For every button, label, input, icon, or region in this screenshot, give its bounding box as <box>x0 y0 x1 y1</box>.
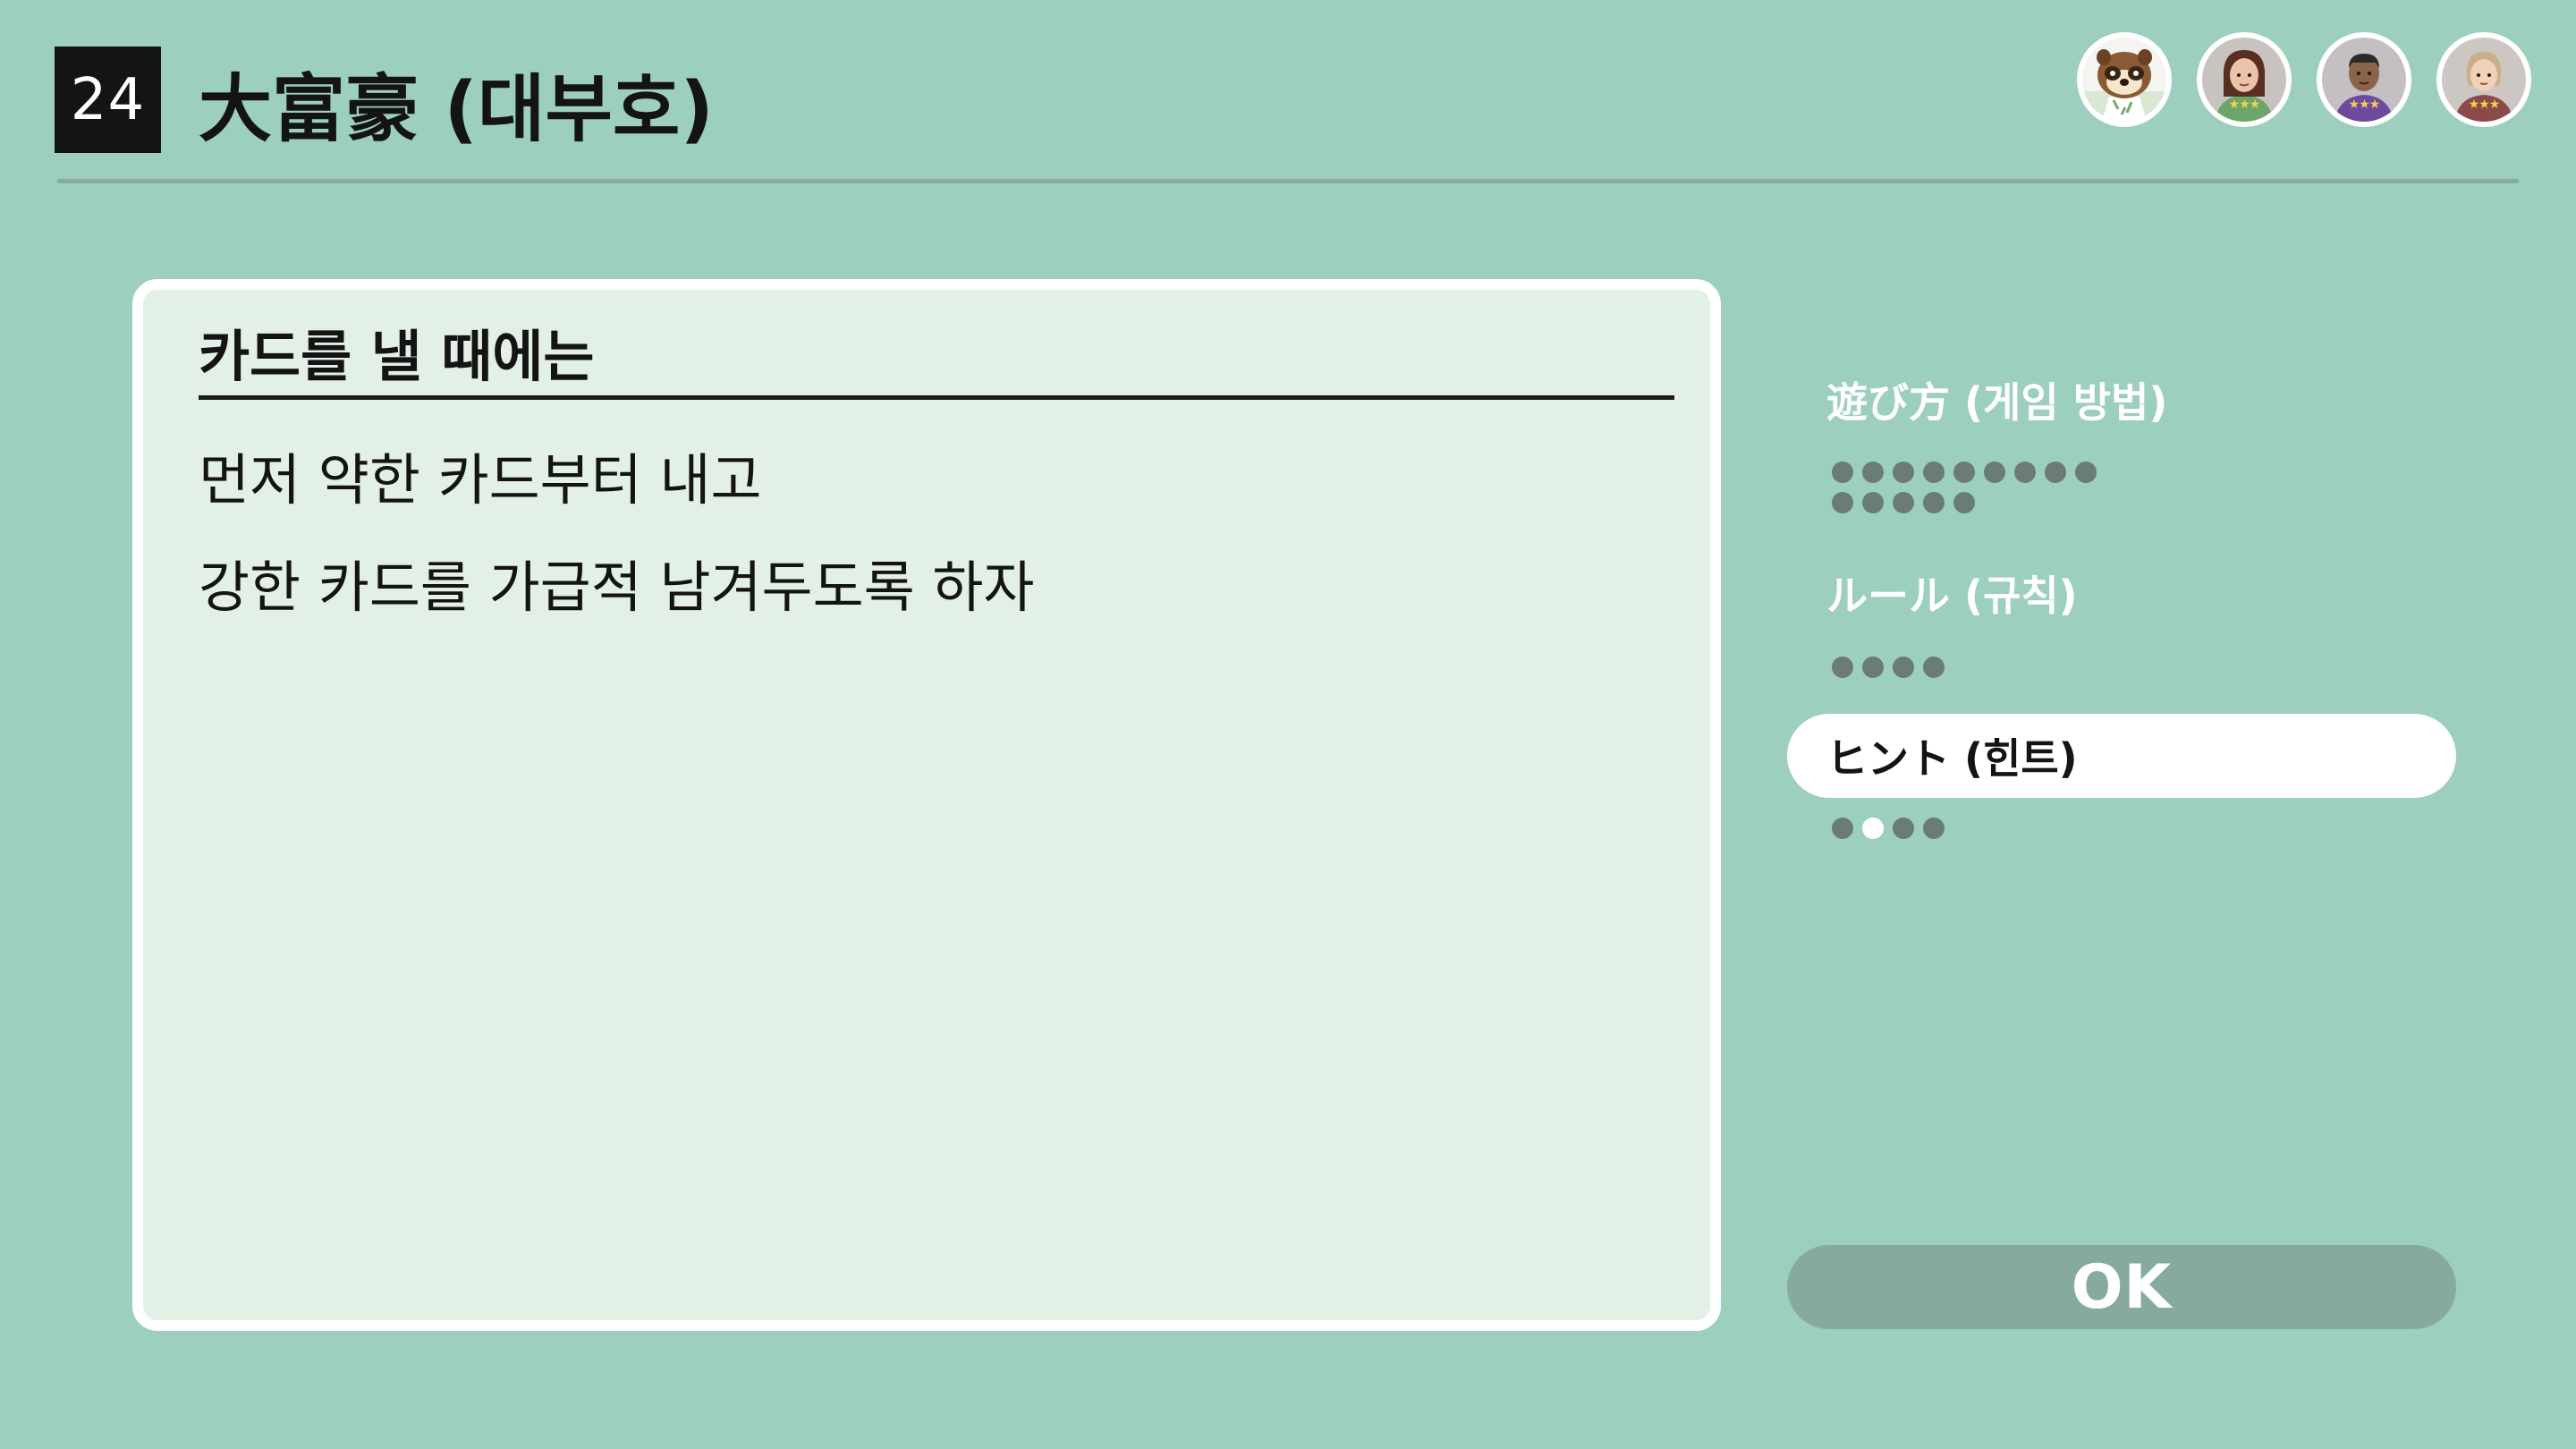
page-dot <box>1893 818 1914 839</box>
player-avatar-4: ★★★ <box>2436 32 2531 127</box>
page-dot <box>1832 657 1853 678</box>
player-avatar-3: ★★★ <box>2317 32 2411 127</box>
page-dot <box>2045 462 2066 483</box>
player-avatars: ★★★ ★★★ ★★★ <box>2077 32 2531 127</box>
page-dot <box>2014 462 2036 483</box>
header-divider <box>57 179 2519 183</box>
page-dot <box>1893 657 1914 678</box>
page-dot <box>1923 657 1945 678</box>
page-indicator-how-to-play <box>1832 462 2118 513</box>
menu-item-how-to-play[interactable]: 遊び方 (게임 방법) <box>1787 358 2456 442</box>
page-dot <box>1893 462 1914 483</box>
card-heading-divider <box>199 395 1674 400</box>
card-heading: 카드를 낼 때에는 <box>199 324 595 389</box>
page-indicator-hints <box>1832 818 2118 839</box>
page-dot <box>1923 462 1945 483</box>
page-dot <box>1953 462 1975 483</box>
game-number-badge: 24 <box>55 47 161 153</box>
page-dot <box>1862 462 1884 483</box>
card-text-line-2: 강한 카드를 가급적 남겨두도록 하자 <box>199 555 1035 620</box>
rank-stars: ★★★ <box>2468 97 2501 112</box>
card-text-line-1: 먼저 약한 카드부터 내고 <box>199 447 762 513</box>
ok-button[interactable]: OK <box>1787 1245 2456 1329</box>
page-dot <box>1984 462 2005 483</box>
page-dot <box>1923 492 1945 513</box>
page-dot <box>1862 818 1884 839</box>
page-dot <box>1953 492 1975 513</box>
page-dot <box>2075 462 2097 483</box>
page-dot <box>1862 492 1884 513</box>
page-indicator-rules <box>1832 657 2118 678</box>
page-dot <box>1832 462 1853 483</box>
page-dot <box>1832 818 1853 839</box>
page-dot <box>1832 492 1853 513</box>
page-dot <box>1862 657 1884 678</box>
game-title: 大富豪 (대부호) <box>199 66 714 152</box>
menu-item-hints[interactable]: ヒント (힌트) <box>1787 714 2456 798</box>
hint-card: 카드를 낼 때에는 먼저 약한 카드부터 내고 강한 카드를 가급적 남겨두도록… <box>132 279 1721 1331</box>
rank-stars: ★★★ <box>2228 97 2261 112</box>
player-avatar-2: ★★★ <box>2197 32 2292 127</box>
page-dot <box>1893 492 1914 513</box>
tanuki-avatar <box>2077 32 2172 127</box>
page-dot <box>1923 818 1945 839</box>
rank-stars: ★★★ <box>2348 97 2381 112</box>
menu-item-rules[interactable]: ルール (규칙) <box>1787 551 2456 635</box>
